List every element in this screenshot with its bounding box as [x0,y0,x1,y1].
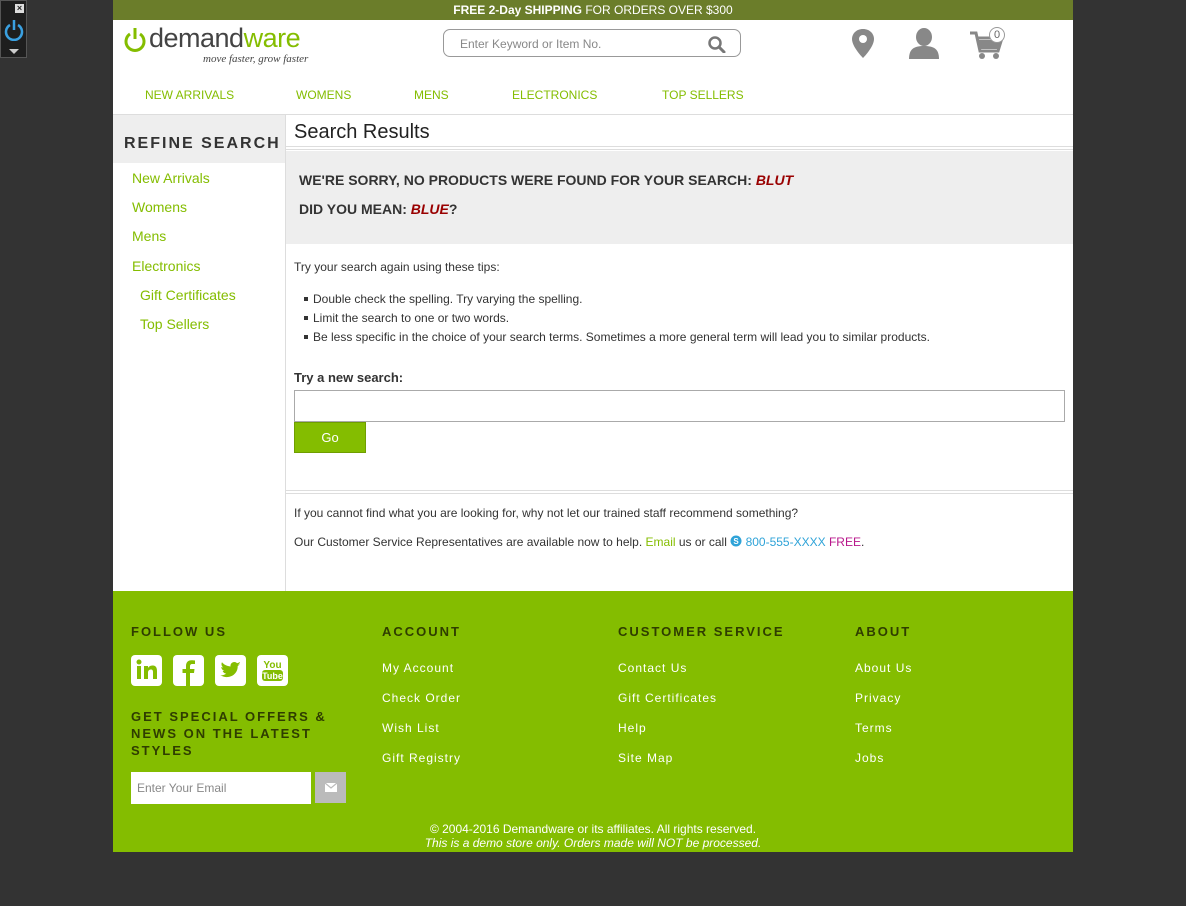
tips-intro: Try your search again using these tips: [294,260,500,274]
refine-heading: REFINE SEARCH [113,115,285,163]
search-input[interactable] [458,35,692,53]
sidebar-item-gift-certificates[interactable]: Gift Certificates [140,287,236,303]
logo-word-2: ware [243,23,301,53]
footer-link-help[interactable]: Help [618,721,647,735]
facebook-icon[interactable] [173,655,204,686]
divider [286,493,1073,494]
power-icon[interactable] [4,17,24,41]
contact-prefix: Our Customer Service Representatives are… [294,535,646,549]
did-you-mean-suffix: ? [448,201,458,217]
footer-link-contact-us[interactable]: Contact Us [618,661,687,675]
go-button[interactable]: Go [294,422,366,453]
contact-mid: us or call [675,535,731,549]
refine-sidebar: REFINE SEARCH New Arrivals Womens Mens E… [113,115,286,591]
tips-list: Double check the spelling. Try varying t… [304,292,1004,349]
logo-wordmark: demandware [149,23,301,54]
new-search-label: Try a new search: [294,370,404,385]
svg-text:Tube: Tube [262,671,283,681]
close-icon[interactable]: × [15,4,24,13]
footer-customer-service-heading: CUSTOMER SERVICE [618,624,785,639]
footer-link-check-order[interactable]: Check Order [382,691,461,705]
copyright-text: © 2004-2016 Demandware or its affiliates… [429,822,757,836]
footer-link-jobs[interactable]: Jobs [855,751,884,765]
header: demandware move faster, grow faster 0 [113,20,1073,70]
copyright: © 2004-2016 Demandware or its affiliates… [113,822,1073,850]
power-widget[interactable]: × [0,0,27,58]
contact-text: Our Customer Service Representatives are… [294,535,864,549]
logo-power-icon [124,28,146,52]
nav-item-womens[interactable]: WOMENS [296,88,351,102]
footer-link-my-account[interactable]: My Account [382,661,454,675]
did-you-mean-prefix: DID YOU MEAN: [299,201,411,217]
envelope-icon [324,782,338,792]
main-nav: NEW ARRIVALS WOMENS MENS ELECTRONICS TOP… [113,70,1073,115]
contact-end: . [860,535,865,549]
phone-link[interactable]: 800-555-XXXX [746,535,826,549]
main-content: Search Results WE'RE SORRY, NO PRODUCTS … [286,115,1073,591]
linkedin-icon[interactable] [131,655,162,686]
searched-term: BLUT [755,172,794,188]
divider [286,149,1073,150]
footer-link-gift-registry[interactable]: Gift Registry [382,751,461,765]
logo-word-1: demand [149,23,244,53]
no-results-prefix: WE'RE SORRY, NO PRODUCTS WERE FOUND FOR … [299,172,756,188]
footer-account-heading: ACCOUNT [382,624,461,639]
tip-item: Limit the search to one or two words. [304,311,1004,330]
footer-link-wish-list[interactable]: Wish List [382,721,440,735]
sidebar-item-new-arrivals[interactable]: New Arrivals [132,170,210,186]
svg-text:You: You [263,660,281,671]
footer: FOLLOW US You Tube GET SPECIAL OFFERS & N… [113,591,1073,852]
help-text: If you cannot find what you are looking … [294,506,799,520]
sidebar-item-womens[interactable]: Womens [132,199,187,215]
follow-heading: FOLLOW US [131,624,227,639]
no-results-box: WE'RE SORRY, NO PRODUCTS WERE FOUND FOR … [286,151,1073,244]
footer-link-about-us[interactable]: About Us [855,661,912,675]
nav-item-mens[interactable]: MENS [414,88,449,102]
nav-item-top-sellers[interactable]: TOP SELLERS [662,88,744,102]
sidebar-item-mens[interactable]: Mens [132,228,166,244]
page-title: Search Results [294,121,430,143]
tip-item: Double check the spelling. Try varying t… [304,292,1004,311]
footer-link-terms[interactable]: Terms [855,721,893,735]
skype-icon: S [730,535,742,547]
logo-tagline: move faster, grow faster [203,53,309,65]
svg-text:S: S [734,537,740,546]
search-icon[interactable] [708,36,726,53]
nav-item-new-arrivals[interactable]: NEW ARRIVALS [145,88,234,102]
footer-link-site-map[interactable]: Site Map [618,751,673,765]
twitter-icon[interactable] [215,655,246,686]
page: FREE 2-Day SHIPPING FOR ORDERS OVER $300… [113,0,1073,852]
youtube-icon[interactable]: You Tube [257,655,288,686]
promo-text: FOR ORDERS OVER $300 [581,3,733,17]
newsletter-email-input[interactable] [131,772,311,804]
caret-down-icon[interactable] [9,49,19,54]
free-label: FREE [825,535,861,549]
search-tips: Try your search again using these tips: … [294,260,930,344]
user-account-icon[interactable] [908,27,940,60]
promo-bar: FREE 2-Day SHIPPING FOR ORDERS OVER $300 [113,0,1073,20]
sidebar-item-top-sellers[interactable]: Top Sellers [140,316,209,332]
nav-item-electronics[interactable]: ELECTRONICS [512,88,597,102]
divider [286,490,1073,491]
cart-count-badge[interactable]: 0 [989,27,1005,43]
footer-link-privacy[interactable]: Privacy [855,691,901,705]
newsletter-submit-button[interactable] [315,772,346,803]
demo-note: This is a demo store only. Orders made w… [424,836,762,850]
offers-heading: GET SPECIAL OFFERS & NEWS ON THE LATEST … [131,709,327,758]
promo-bold: FREE 2-Day SHIPPING [453,3,582,17]
store-locator-icon[interactable] [851,28,875,59]
did-you-mean: DID YOU MEAN: BLUE? [299,201,457,217]
footer-link-gift-certificates[interactable]: Gift Certificates [618,691,717,705]
divider [286,146,1073,147]
no-results-message: WE'RE SORRY, NO PRODUCTS WERE FOUND FOR … [299,172,793,188]
footer-about-heading: ABOUT [855,624,912,639]
new-search-input[interactable] [294,390,1065,422]
sidebar-item-electronics[interactable]: Electronics [132,258,200,274]
email-link[interactable]: Email [646,535,676,549]
suggested-term-link[interactable]: BLUE [411,201,449,217]
search-box[interactable] [443,29,741,57]
content: REFINE SEARCH New Arrivals Womens Mens E… [113,115,1073,591]
tip-item: Be less specific in the choice of your s… [304,330,1004,349]
